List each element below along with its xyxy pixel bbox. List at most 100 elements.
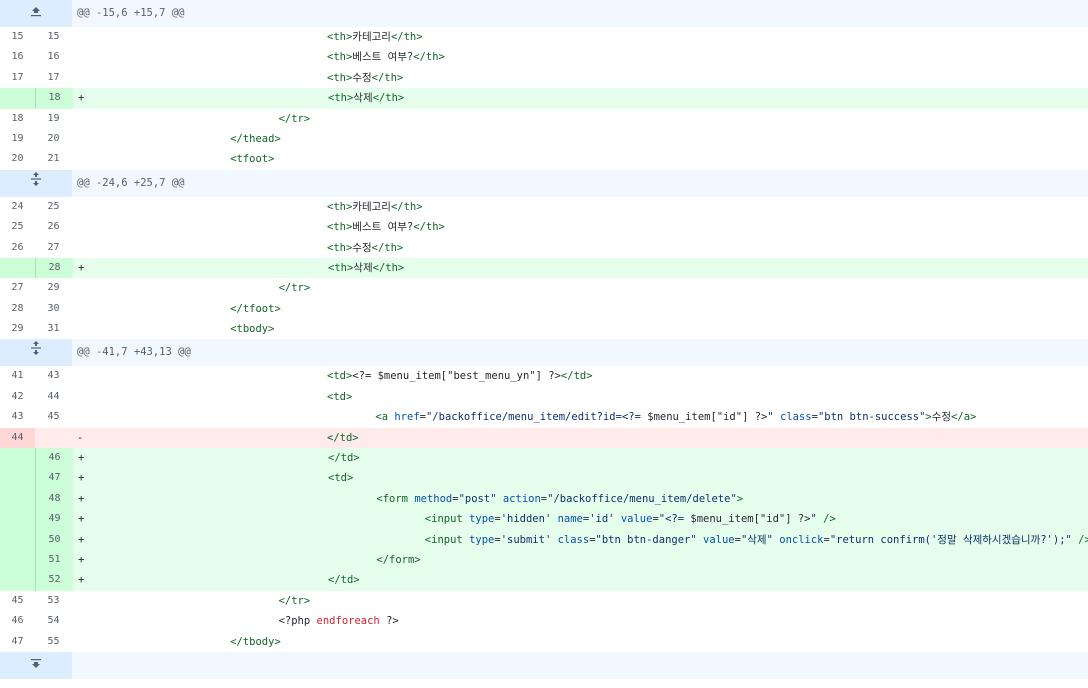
code-token: </th> (413, 221, 445, 234)
old-line-number[interactable]: 44 (0, 427, 35, 449)
code-token: <th> (327, 200, 353, 213)
new-line-number[interactable]: 51 (35, 549, 73, 571)
added-line: 51 + </form> (0, 549, 1088, 571)
context-line: 20 21 <tfoot> (0, 149, 1088, 169)
old-line-number[interactable] (0, 529, 35, 550)
old-line-number[interactable] (0, 88, 35, 109)
new-line-number[interactable]: 20 (35, 129, 72, 149)
new-line-number[interactable]: 25 (35, 197, 72, 217)
old-line-number[interactable]: 46 (0, 611, 35, 631)
new-line-number[interactable]: 43 (35, 366, 72, 386)
code-token: class (780, 411, 812, 424)
new-line-number[interactable]: 30 (35, 299, 72, 319)
diff-sign (72, 278, 85, 298)
hunk-header: @@ -41,7 +43,13 @@ (0, 339, 1088, 367)
old-line-number[interactable]: 24 (0, 197, 35, 217)
old-line-number[interactable]: 18 (0, 109, 35, 129)
code-token: "btn btn-success" (817, 411, 926, 424)
old-line-number[interactable]: 29 (0, 319, 35, 339)
new-line-number[interactable]: 54 (35, 611, 72, 631)
new-line-number[interactable] (35, 427, 72, 449)
deleted-line: 44 - </td> (0, 427, 1088, 449)
code-token: </form> (376, 553, 421, 566)
old-line-number[interactable] (0, 509, 35, 530)
expand-button[interactable] (0, 0, 72, 27)
code-token: "post" (458, 492, 497, 505)
new-line-number[interactable]: 55 (35, 632, 72, 652)
old-line-number[interactable]: 17 (0, 68, 35, 88)
diff-sign: + (78, 452, 85, 465)
old-line-number[interactable]: 26 (0, 238, 35, 258)
code-line: <a href="/backoffice/menu_item/edit?id=<… (85, 407, 1088, 427)
old-line-number[interactable]: 42 (0, 387, 35, 407)
new-line-number[interactable]: 52 (35, 570, 73, 591)
new-line-number[interactable]: 46 (35, 448, 73, 469)
code-token: 카테고리 (352, 200, 391, 213)
old-line-number[interactable]: 43 (0, 407, 35, 427)
diff-view: @@ -15,6 +15,7 @@ 15 15 <th>카테고리</th> 16 16 <t… (0, 0, 1088, 679)
old-line-number[interactable] (0, 570, 35, 591)
code-token: <td> (327, 390, 353, 403)
code-token: 삭제 (353, 261, 373, 274)
new-line-number[interactable]: 16 (35, 47, 72, 67)
code-token: value (703, 533, 735, 546)
old-line-number[interactable]: 15 (0, 27, 35, 47)
old-line-number[interactable] (0, 448, 35, 469)
new-line-number[interactable]: 29 (35, 278, 72, 298)
old-line-number[interactable]: 41 (0, 366, 35, 386)
code-token: 카테고리 (352, 31, 391, 43)
old-line-number[interactable] (0, 549, 35, 571)
new-line-number[interactable]: 18 (35, 88, 73, 109)
new-line-number[interactable]: 26 (35, 217, 72, 237)
old-line-number[interactable] (0, 257, 35, 279)
diff-sign (72, 129, 85, 149)
expand-button[interactable] (0, 339, 72, 367)
context-line: 19 20 </thead> (0, 129, 1088, 149)
old-line-number[interactable]: 25 (0, 217, 35, 237)
expand-both-icon (29, 340, 43, 359)
diff-sign: + (78, 574, 85, 587)
new-line-number[interactable]: 50 (35, 529, 73, 550)
old-line-number[interactable]: 45 (0, 591, 35, 611)
code-token: 삭제 (353, 92, 373, 105)
new-line-number[interactable]: 48 (35, 488, 73, 510)
code-line: <th>삭제</th> (86, 88, 1088, 108)
code-line: <th>수정</th> (85, 238, 1088, 258)
old-line-number[interactable]: 16 (0, 47, 35, 67)
new-line-number[interactable]: 47 (35, 468, 73, 489)
code-token: <input (424, 513, 470, 526)
new-line-number[interactable]: 28 (35, 257, 73, 279)
old-line-number[interactable]: 28 (0, 299, 35, 319)
code-line: <td> (85, 387, 1088, 407)
expand-button[interactable] (0, 169, 72, 197)
expand-down-icon (29, 658, 43, 673)
context-line: 28 30 </tfoot> (0, 299, 1088, 319)
new-line-number[interactable]: 49 (35, 509, 73, 530)
added-line: 50 + <input type='submit' class="btn btn-d… (0, 529, 1088, 550)
code-line: <input type='hidden' name='id' value="<?… (86, 509, 1088, 529)
old-line-number[interactable]: 27 (0, 278, 35, 298)
old-line-number[interactable] (0, 468, 35, 489)
new-line-number[interactable]: 21 (35, 149, 72, 169)
code-token: <th> (327, 221, 353, 234)
code-token: 수정 (352, 71, 372, 84)
new-line-number[interactable]: 31 (35, 319, 72, 339)
old-line-number[interactable] (0, 488, 35, 510)
context-line: 43 45 <a href="/backoffice/menu_item/edit?… (0, 407, 1088, 427)
new-line-number[interactable]: 45 (35, 407, 72, 427)
old-line-number[interactable]: 47 (0, 632, 35, 652)
old-line-number[interactable]: 20 (0, 149, 35, 169)
code-line: <th>베스트 여부?</th> (85, 47, 1088, 67)
code-line: <th>카테고리</th> (85, 27, 1088, 47)
new-line-number[interactable]: 15 (35, 27, 72, 47)
new-line-number[interactable]: 17 (35, 68, 72, 88)
new-line-number[interactable]: 53 (35, 591, 72, 611)
old-line-number[interactable]: 19 (0, 129, 35, 149)
expand-button[interactable] (0, 651, 72, 679)
new-line-number[interactable]: 27 (35, 238, 72, 258)
context-line: 16 16 <th>베스트 여부?</th> (0, 47, 1088, 67)
code-token: <tbody> (230, 323, 275, 336)
new-line-number[interactable]: 19 (35, 109, 72, 129)
new-line-number[interactable]: 44 (35, 387, 72, 407)
code-token: endforeach (316, 615, 380, 628)
